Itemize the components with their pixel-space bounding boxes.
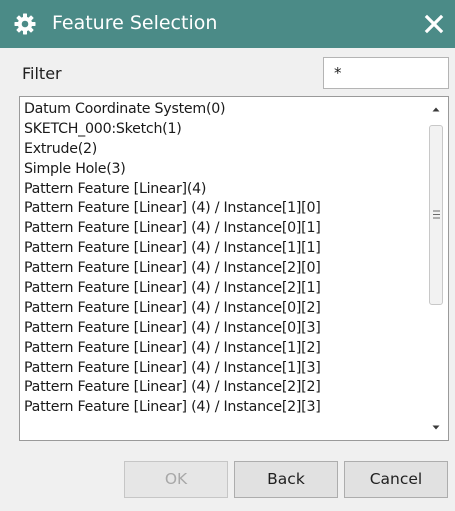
list-item[interactable]: Pattern Feature [Linear] (4) / Instance[… xyxy=(24,299,424,319)
list-item[interactable]: Pattern Feature [Linear] (4) / Instance[… xyxy=(24,239,424,259)
filter-input[interactable] xyxy=(323,57,449,89)
list-item[interactable]: Pattern Feature [Linear] (4) / Instance[… xyxy=(24,378,424,398)
list-item[interactable]: Pattern Feature [Linear] (4) / Instance[… xyxy=(24,199,424,219)
grip-icon xyxy=(433,210,440,219)
feature-selection-dialog: Feature Selection Filter Datum Coordinat… xyxy=(0,0,455,511)
close-button[interactable] xyxy=(419,9,449,39)
feature-list[interactable]: Datum Coordinate System(0) SKETCH_000:Ske… xyxy=(19,96,449,441)
list-item[interactable]: Pattern Feature [Linear] (4) / Instance[… xyxy=(24,398,424,418)
list-item[interactable]: Datum Coordinate System(0) xyxy=(24,100,424,120)
scroll-track[interactable] xyxy=(429,121,443,416)
caret-down-icon xyxy=(432,425,440,430)
dialog-titlebar[interactable]: Feature Selection xyxy=(0,0,455,48)
caret-up-icon xyxy=(432,107,440,112)
list-item[interactable]: Extrude(2) xyxy=(24,140,424,160)
vertical-scrollbar[interactable] xyxy=(424,97,448,440)
list-item[interactable]: Pattern Feature [Linear] (4) / Instance[… xyxy=(24,219,424,239)
cancel-button[interactable]: Cancel xyxy=(344,461,448,498)
feature-list-items: Datum Coordinate System(0) SKETCH_000:Ske… xyxy=(24,100,424,418)
list-item[interactable]: Pattern Feature [Linear] (4) / Instance[… xyxy=(24,339,424,359)
list-item[interactable]: Pattern Feature [Linear] (4) / Instance[… xyxy=(24,279,424,299)
back-button[interactable]: Back xyxy=(234,461,338,498)
scroll-down-button[interactable] xyxy=(424,418,448,438)
close-icon xyxy=(424,14,444,34)
scroll-up-button[interactable] xyxy=(424,99,448,119)
gear-icon xyxy=(14,13,36,35)
list-item[interactable]: SKETCH_000:Sketch(1) xyxy=(24,120,424,140)
list-item[interactable]: Pattern Feature [Linear] (4) / Instance[… xyxy=(24,359,424,379)
filter-label: Filter xyxy=(22,64,62,83)
list-item[interactable]: Pattern Feature [Linear](4) xyxy=(24,180,424,200)
dialog-title: Feature Selection xyxy=(52,12,218,34)
scroll-thumb[interactable] xyxy=(429,125,443,305)
list-item[interactable]: Simple Hole(3) xyxy=(24,160,424,180)
ok-button[interactable]: OK xyxy=(124,461,228,498)
list-item[interactable]: Pattern Feature [Linear] (4) / Instance[… xyxy=(24,259,424,279)
list-item[interactable]: Pattern Feature [Linear] (4) / Instance[… xyxy=(24,319,424,339)
